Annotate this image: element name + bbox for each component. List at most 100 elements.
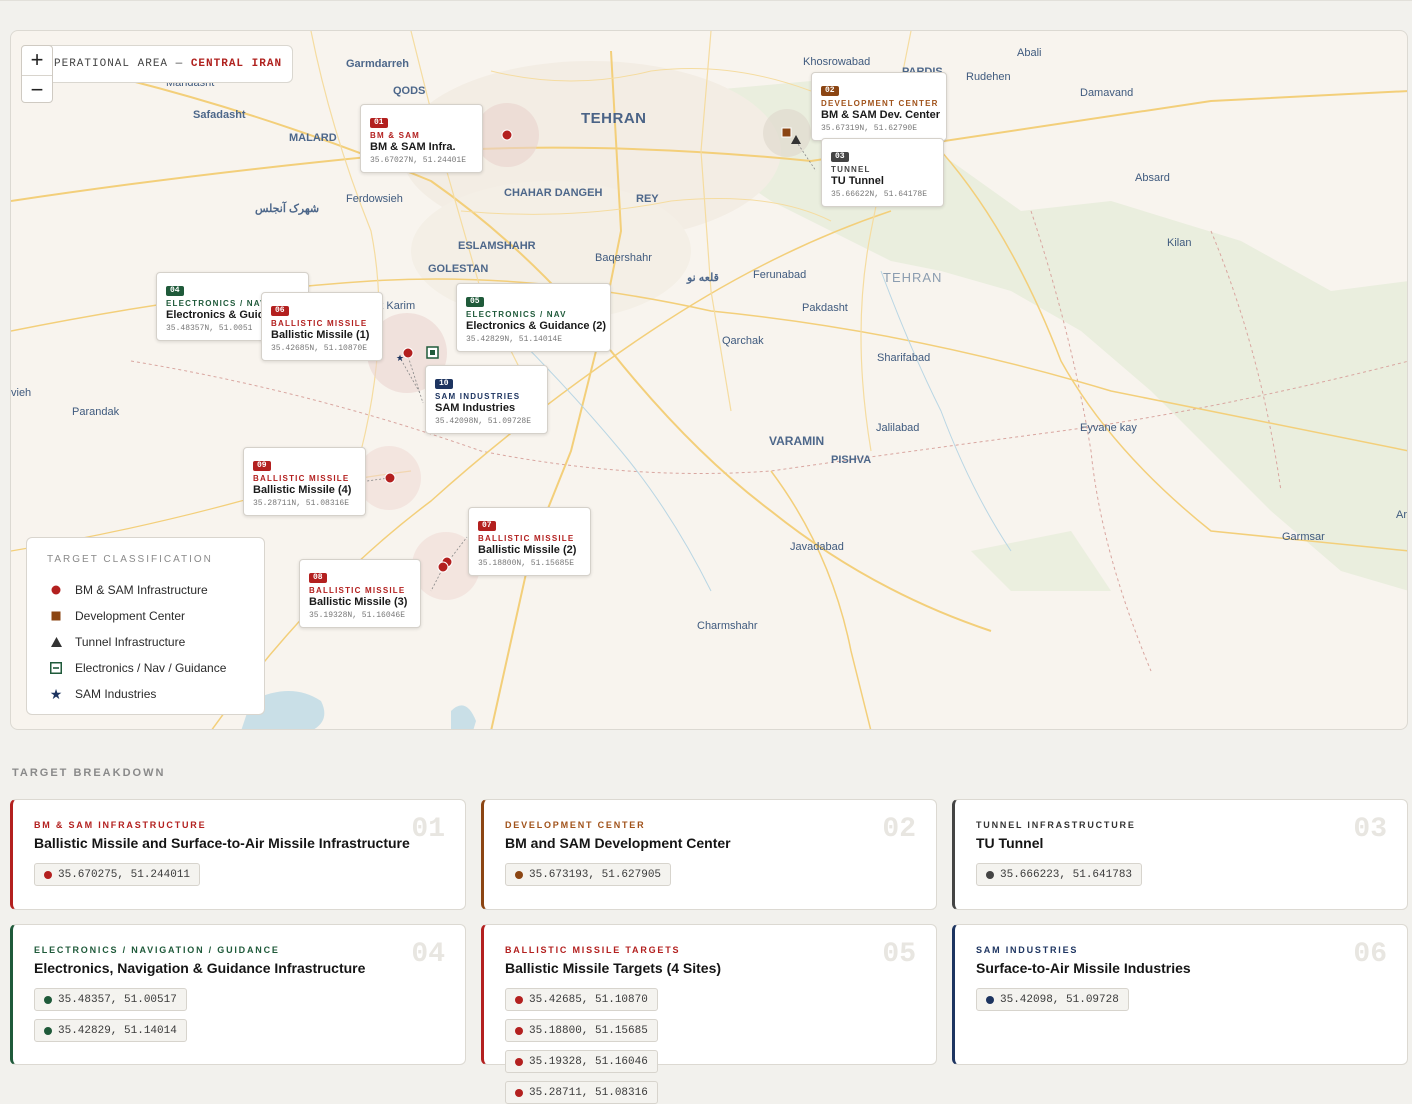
target-classification-legend: TARGET CLASSIFICATION BM & SAM Infrastru… — [26, 537, 265, 715]
marker-09[interactable] — [384, 472, 396, 484]
legend-label: SAM Industries — [75, 687, 157, 701]
callout-number: 06 — [271, 306, 289, 316]
target-callout-09[interactable]: 09 BALLISTIC MISSILE Ballistic Missile (… — [243, 447, 366, 516]
callout-name: Electronics & Guidance (2) — [466, 320, 606, 332]
callout-coords: 35.19328N, 51.16046E — [309, 611, 406, 620]
coordinate-chip[interactable]: 35.19328, 51.16046 — [505, 1050, 658, 1073]
marker-10[interactable]: ★ — [396, 353, 404, 363]
callout-number: 04 — [166, 286, 184, 296]
breakdown-card-04[interactable]: 04 ELECTRONICS / NAVIGATION / GUIDANCE E… — [10, 924, 466, 1065]
callout-number: 09 — [253, 461, 271, 471]
coordinate-chip[interactable]: 35.28711, 51.08316 — [505, 1081, 658, 1104]
callout-name: BM & SAM Infra. — [370, 141, 456, 153]
callout-number: 08 — [309, 573, 327, 583]
callout-number: 03 — [831, 152, 849, 162]
op-area-highlight: CENTRAL IRAN — [190, 58, 283, 70]
card-category: BALLISTIC MISSILE TARGETS — [505, 945, 681, 955]
map-view[interactable]: Garmdarreh Mahdasht QODS Safadasht MALAR… — [10, 30, 1408, 730]
triangle-icon — [47, 637, 65, 647]
breakdown-card-05[interactable]: 05 BALLISTIC MISSILE TARGETS Ballistic M… — [481, 924, 937, 1104]
callout-number: 05 — [466, 297, 484, 307]
card-title: Ballistic Missile Targets (4 Sites) — [505, 960, 722, 976]
callout-category: BALLISTIC MISSILE — [309, 586, 406, 595]
callout-coords: 35.67319N, 51.62790E — [821, 124, 918, 133]
target-callout-03[interactable]: 03 TUNNEL TU Tunnel 35.66622N, 51.64178E — [821, 138, 944, 207]
callout-category: BALLISTIC MISSILE — [253, 474, 350, 483]
card-category: DEVELOPMENT CENTER — [505, 820, 646, 830]
breakdown-card-03[interactable]: 03 TUNNEL INFRASTRUCTURE TU Tunnel 35.66… — [952, 799, 1408, 910]
coordinate-chip[interactable]: 35.18800, 51.15685 — [505, 1019, 658, 1042]
breakdown-card-06[interactable]: 06 SAM INDUSTRIES Surface-to-Air Missile… — [952, 924, 1408, 1065]
callout-name: SAM Industries — [435, 402, 516, 414]
card-index: 06 — [1353, 939, 1387, 970]
card-title: BM and SAM Development Center — [505, 835, 731, 851]
target-callout-08[interactable]: 08 BALLISTIC MISSILE Ballistic Missile (… — [299, 559, 421, 628]
legend-item: BM & SAM Infrastructure — [47, 577, 264, 603]
card-title: TU Tunnel — [976, 835, 1044, 851]
marker-01[interactable] — [501, 129, 513, 141]
callout-category: TUNNEL — [831, 165, 871, 174]
card-index: 05 — [882, 939, 916, 970]
target-callout-05[interactable]: 05 ELECTRONICS / NAV Electronics & Guida… — [456, 283, 611, 352]
callout-category: BALLISTIC MISSILE — [478, 534, 575, 543]
marker-03[interactable] — [791, 135, 801, 144]
zoom-out-button[interactable]: − — [22, 75, 52, 104]
callout-coords: 35.42685N, 51.10870E — [271, 344, 368, 353]
callout-name: BM & SAM Dev. Center — [821, 109, 940, 121]
callout-coords: 35.18800N, 51.15685E — [478, 559, 575, 568]
card-category: SAM INDUSTRIES — [976, 945, 1079, 955]
card-category: ELECTRONICS / NAVIGATION / GUIDANCE — [34, 945, 280, 955]
zoom-control: + − — [21, 45, 53, 103]
marker-06[interactable] — [402, 347, 414, 359]
marker-02[interactable] — [781, 127, 792, 138]
callout-number: 02 — [821, 86, 839, 96]
marker-08[interactable] — [437, 561, 449, 573]
callout-name: Ballistic Missile (4) — [253, 484, 352, 496]
card-category: TUNNEL INFRASTRUCTURE — [976, 820, 1136, 830]
coordinate-chip[interactable]: 35.666223, 51.641783 — [976, 863, 1143, 886]
marker-04[interactable] — [426, 346, 439, 359]
circle-icon — [47, 585, 65, 595]
coordinate-chip[interactable]: 35.42829, 51.14014 — [34, 1019, 187, 1042]
target-callout-10[interactable]: 10 SAM INDUSTRIES SAM Industries 35.4209… — [425, 365, 548, 434]
callout-coords: 35.67027N, 51.24401E — [370, 156, 467, 165]
svg-text:★: ★ — [396, 353, 404, 363]
legend-label: Tunnel Infrastructure — [75, 635, 186, 649]
card-category: BM & SAM INFRASTRUCTURE — [34, 820, 207, 830]
legend-label: Development Center — [75, 609, 186, 623]
square-icon — [47, 611, 65, 621]
card-title: Surface-to-Air Missile Industries — [976, 960, 1191, 976]
callout-coords: 35.28711N, 51.08316E — [253, 499, 350, 508]
legend-label: BM & SAM Infrastructure — [75, 583, 208, 597]
coordinate-chip[interactable]: 35.670275, 51.244011 — [34, 863, 201, 886]
card-index: 01 — [411, 814, 445, 845]
target-callout-02[interactable]: 02 DEVELOPMENT CENTER BM & SAM Dev. Cent… — [811, 72, 947, 141]
coordinate-chip[interactable]: 35.42685, 51.10870 — [505, 988, 658, 1011]
chip-square-icon — [47, 662, 65, 674]
card-index: 03 — [1353, 814, 1387, 845]
callout-number: 01 — [370, 118, 388, 128]
callout-category: BM & SAM — [370, 131, 421, 140]
callout-name: Ballistic Missile (2) — [478, 544, 577, 556]
target-callout-01[interactable]: 01 BM & SAM BM & SAM Infra. 35.67027N, 5… — [360, 104, 483, 173]
operational-area-banner: PERATIONAL AREA — CENTRAL IRAN — [43, 45, 293, 83]
op-area-prefix: PERATIONAL AREA — — [54, 58, 184, 70]
card-title: Ballistic Missile and Surface-to-Air Mis… — [34, 835, 410, 851]
coordinate-chip[interactable]: 35.48357, 51.00517 — [34, 988, 187, 1011]
coordinate-chip[interactable]: 35.673193, 51.627905 — [505, 863, 672, 886]
breakdown-card-02[interactable]: 02 DEVELOPMENT CENTER BM and SAM Develop… — [481, 799, 937, 910]
card-index: 04 — [411, 939, 445, 970]
card-title: Electronics, Navigation & Guidance Infra… — [34, 960, 366, 976]
target-callout-07[interactable]: 07 BALLISTIC MISSILE Ballistic Missile (… — [468, 507, 591, 576]
callout-category: SAM INDUSTRIES — [435, 392, 521, 401]
target-callout-06[interactable]: 06 BALLISTIC MISSILE Ballistic Missile (… — [261, 292, 383, 361]
callout-number: 07 — [478, 521, 496, 531]
legend-title: TARGET CLASSIFICATION — [47, 554, 213, 565]
callout-category: BALLISTIC MISSILE — [271, 319, 368, 328]
callout-name: Ballistic Missile (3) — [309, 596, 408, 608]
coordinate-chip[interactable]: 35.42098, 51.09728 — [976, 988, 1129, 1011]
callout-coords: 35.42098N, 51.09728E — [435, 417, 532, 426]
legend-item: ★ SAM Industries — [47, 681, 264, 707]
zoom-in-button[interactable]: + — [22, 46, 52, 75]
breakdown-card-01[interactable]: 01 BM & SAM INFRASTRUCTURE Ballistic Mis… — [10, 799, 466, 910]
